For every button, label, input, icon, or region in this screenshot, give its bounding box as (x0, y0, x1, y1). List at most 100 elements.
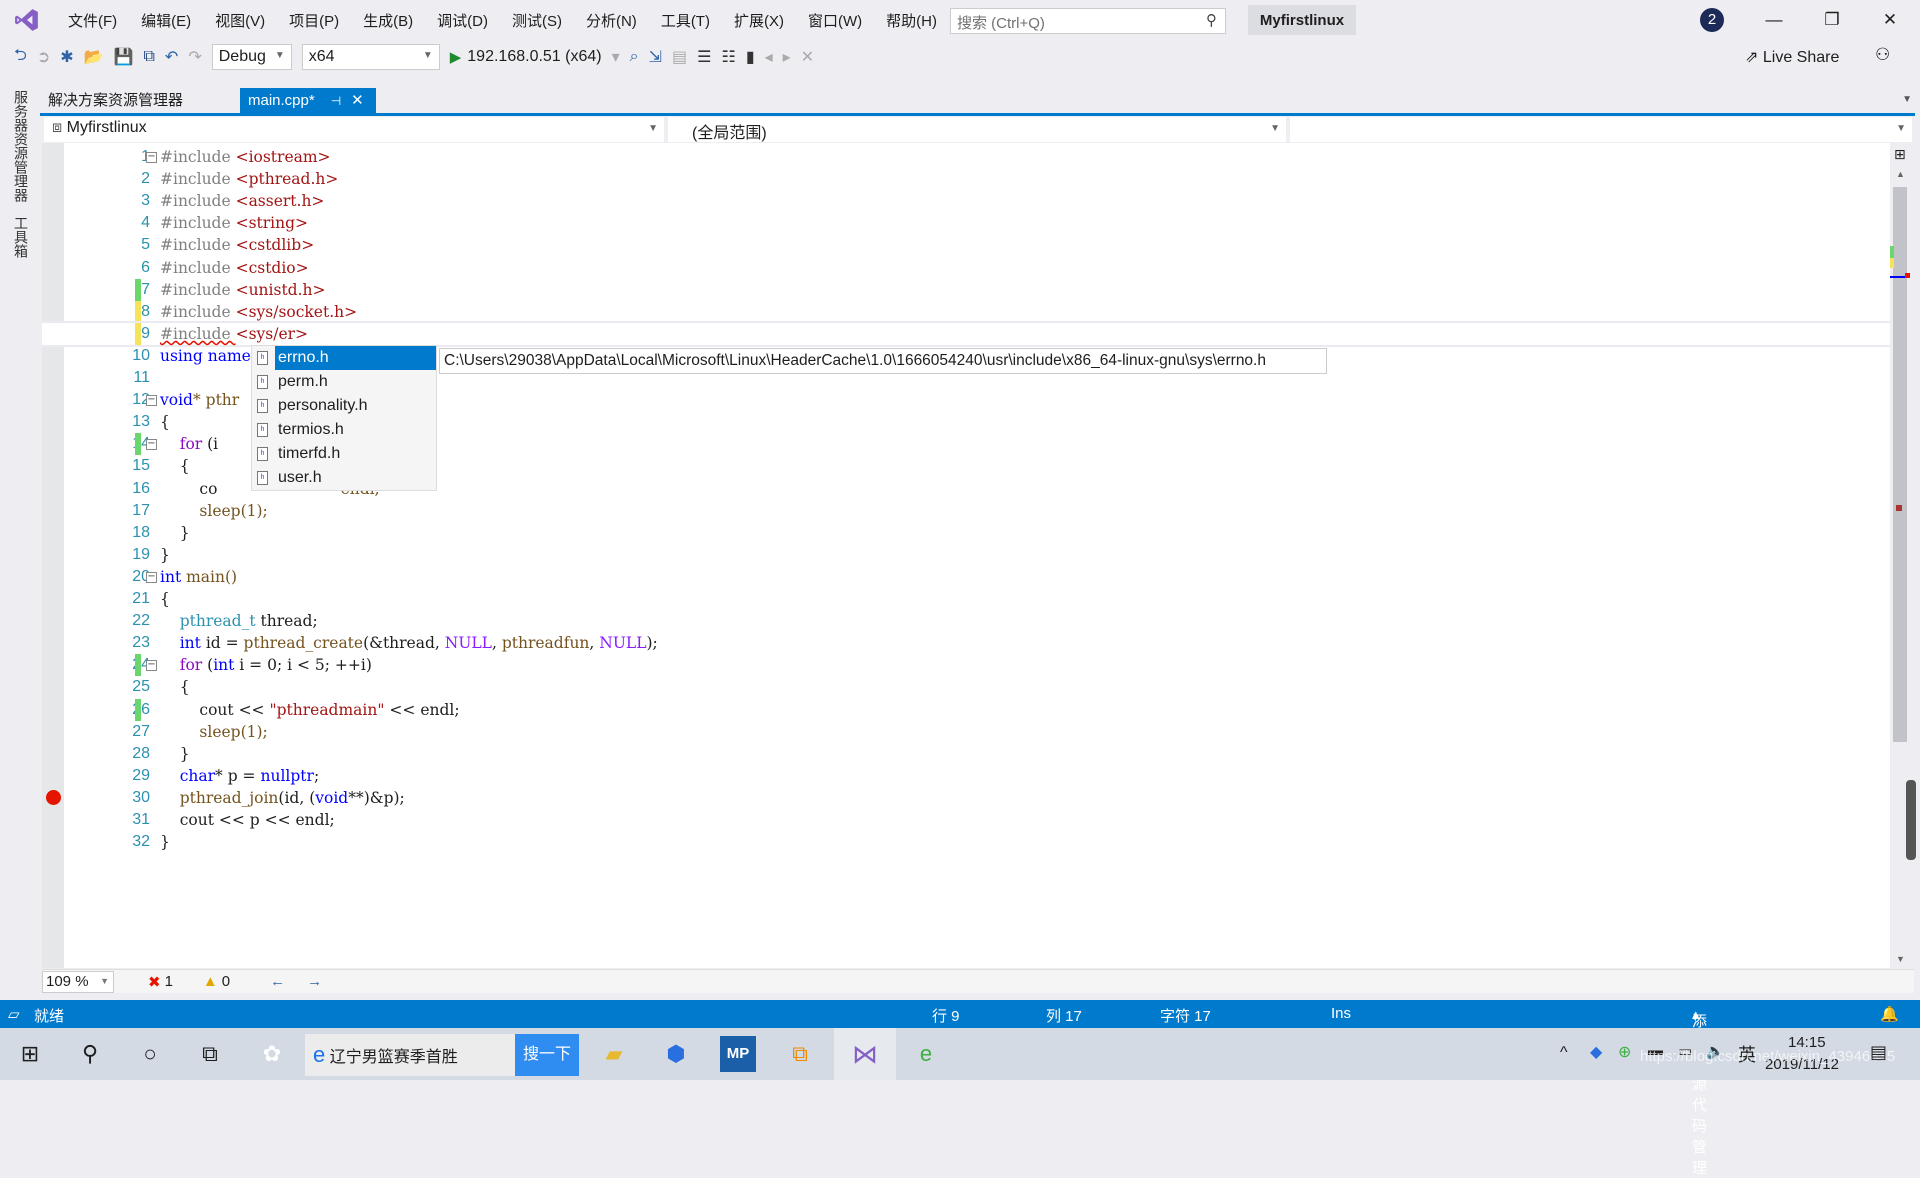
source-control-button[interactable]: ↑ 添加到源代码管理 ▴ (1692, 1005, 1707, 1177)
code-line[interactable]: 9 #include <sys/er> (42, 320, 1890, 347)
error-count[interactable]: 1 (165, 973, 173, 990)
code-line[interactable]: 25 { (42, 676, 1890, 698)
collapse-icon[interactable]: − (146, 152, 157, 163)
scope-dropdown[interactable]: (全局范围) ▼ (668, 117, 1286, 142)
scrollbar-thumb[interactable] (1893, 187, 1907, 742)
collapse-icon[interactable]: − (146, 439, 157, 451)
menu-item[interactable]: 编辑(E) (129, 10, 203, 31)
prev-bookmark-icon[interactable]: ◂ (765, 47, 773, 67)
browser-icon[interactable]: e (908, 1036, 944, 1072)
app-icon[interactable]: ✿ (254, 1036, 290, 1072)
clear-bookmarks-icon[interactable]: ✕ (801, 47, 814, 67)
code-line[interactable]: 20− int main() (42, 566, 1890, 588)
notification-badge[interactable]: 2 (1700, 8, 1724, 32)
collapse-icon[interactable]: − (146, 571, 157, 583)
forward-icon[interactable]: ➲ (37, 47, 50, 67)
live-share-button[interactable]: ⇗ Live Share (1745, 47, 1839, 67)
vmware-icon[interactable]: ⧉ (782, 1036, 818, 1072)
next-bookmark-icon[interactable]: ▸ (783, 47, 791, 67)
undo-icon[interactable]: ↶ (165, 47, 178, 67)
menu-item[interactable]: 测试(S) (500, 10, 574, 31)
restore-button[interactable]: ❐ (1812, 6, 1852, 34)
file-explorer-icon[interactable]: ▰ (596, 1036, 632, 1072)
notifications-bell-icon[interactable]: 🔔 (1880, 1005, 1899, 1023)
code-line[interactable]: 32} (42, 831, 1890, 853)
autocomplete-item[interactable]: h errno.h (252, 346, 436, 370)
tab-main-cpp[interactable]: main.cpp* ⊣ ✕ (240, 88, 376, 114)
tab-overflow-icon[interactable]: ▼ (1902, 94, 1912, 105)
code-line[interactable]: 31 cout << p << endl; (42, 809, 1890, 831)
feedback-icon[interactable]: ⚇ (1875, 45, 1890, 65)
collapse-icon[interactable]: − (146, 395, 157, 407)
bookmark-icon[interactable]: ▮ (746, 47, 755, 67)
tray-app-icon[interactable]: ⊕ (1618, 1042, 1631, 1062)
code-line[interactable]: 24− for (int i = 0; i < 5; ++i) (42, 654, 1890, 677)
menu-item[interactable]: 调试(D) (425, 10, 500, 31)
project-dropdown[interactable]: ⧈ Myfirstlinux ▼ (44, 117, 664, 142)
menu-item[interactable]: 分析(N) (574, 10, 649, 31)
autocomplete-item[interactable]: h perm.h (252, 370, 436, 394)
find-icon[interactable]: ⌕ (630, 48, 639, 66)
search-icon[interactable]: ⚲ (72, 1036, 108, 1072)
step-icon[interactable]: ⇲ (649, 47, 662, 67)
code-line[interactable]: 30 pthread_join(id, (void**)&p); (42, 787, 1890, 809)
tray-expand-icon[interactable]: ^ (1560, 1044, 1568, 1062)
code-line[interactable]: 17 sleep(1); (42, 500, 1890, 522)
code-line[interactable]: 18 } (42, 522, 1890, 544)
menu-item[interactable]: 工具(T) (649, 10, 722, 31)
new-project-icon[interactable]: ✱ (60, 47, 73, 67)
code-line[interactable]: 28 } (42, 743, 1890, 765)
platform-select[interactable]: x64 ▼ (301, 44, 440, 70)
code-line[interactable]: 19} (42, 544, 1890, 566)
code-line[interactable]: 2 #include <pthread.h> (42, 168, 1890, 190)
zoom-select[interactable]: 109 % ▼ (42, 970, 114, 993)
status-insert-mode[interactable]: Ins (1331, 1005, 1351, 1022)
next-issue-icon[interactable]: → (307, 973, 322, 990)
menu-item[interactable]: 窗口(W) (796, 10, 874, 31)
configuration-select[interactable]: Debug ▼ (211, 44, 292, 70)
tab-solution-explorer[interactable]: 解决方案资源管理器 (40, 88, 191, 114)
code-line[interactable]: 7 #include <unistd.h> (42, 278, 1890, 301)
uncomment-icon[interactable]: ☷ (721, 47, 735, 67)
menu-item[interactable]: 文件(F) (56, 10, 129, 31)
code-line[interactable]: 27 sleep(1); (42, 721, 1890, 743)
mp-app-icon[interactable]: MP (720, 1036, 756, 1072)
menu-item[interactable]: 生成(B) (351, 10, 425, 31)
wps-icon[interactable]: ⬢ (658, 1036, 694, 1072)
code-line[interactable]: 21 { (42, 588, 1890, 610)
pin-icon[interactable]: ⊣ (331, 94, 341, 108)
menu-item[interactable]: 项目(P) (277, 10, 351, 31)
menu-item[interactable]: 扩展(X) (722, 10, 796, 31)
warning-count[interactable]: 0 (222, 973, 230, 990)
menu-item[interactable]: 视图(V) (203, 10, 277, 31)
run-target-button[interactable]: 192.168.0.51 (x64) (467, 48, 601, 66)
dropdown-icon[interactable]: ▾ (612, 47, 620, 67)
collapse-icon[interactable]: − (146, 660, 157, 672)
code-line[interactable]: 5 #include <cstdlib> (42, 234, 1890, 256)
cortana-icon[interactable]: ○ (132, 1036, 168, 1072)
code-line[interactable]: 6 #include <cstdio> (42, 257, 1890, 279)
code-line[interactable]: 8 #include <sys/socket.h> (42, 300, 1890, 323)
back-icon[interactable]: ⮌ (14, 44, 27, 71)
layout-icon[interactable]: ▤ (672, 47, 687, 67)
scroll-up-icon[interactable]: ▲ (1896, 169, 1905, 179)
play-icon[interactable]: ▶ (450, 48, 462, 66)
previous-issue-icon[interactable]: ← (270, 973, 285, 990)
redo-icon[interactable]: ↷ (188, 47, 201, 67)
breakpoint-icon[interactable] (46, 789, 61, 805)
code-line[interactable]: 1−#include <iostream> (42, 146, 1890, 168)
autocomplete-item[interactable]: h termios.h (252, 418, 436, 442)
minimize-button[interactable]: — (1754, 6, 1794, 34)
taskbar-search-button[interactable]: 搜一下 (515, 1034, 579, 1076)
comment-icon[interactable]: ☰ (697, 47, 711, 67)
side-tab-server-explorer[interactable]: 服务器资源管理器 (11, 90, 31, 202)
code-line[interactable]: 26 cout << "pthreadmain" << endl; (42, 698, 1890, 721)
save-all-icon[interactable]: ⧉ (143, 48, 154, 66)
close-tab-icon[interactable]: ✕ (351, 92, 364, 109)
autocomplete-item[interactable]: h timerfd.h (252, 442, 436, 466)
visual-studio-task[interactable]: ⋈ (834, 1028, 896, 1080)
side-tab-toolbox[interactable]: 工具箱 (11, 216, 31, 258)
search-input[interactable]: 搜索 (Ctrl+Q) ⚲ (950, 8, 1226, 34)
taskbar-search-box[interactable]: e 辽宁男篮赛季首胜 (305, 1034, 515, 1076)
autocomplete-item[interactable]: h user.h (252, 466, 436, 490)
